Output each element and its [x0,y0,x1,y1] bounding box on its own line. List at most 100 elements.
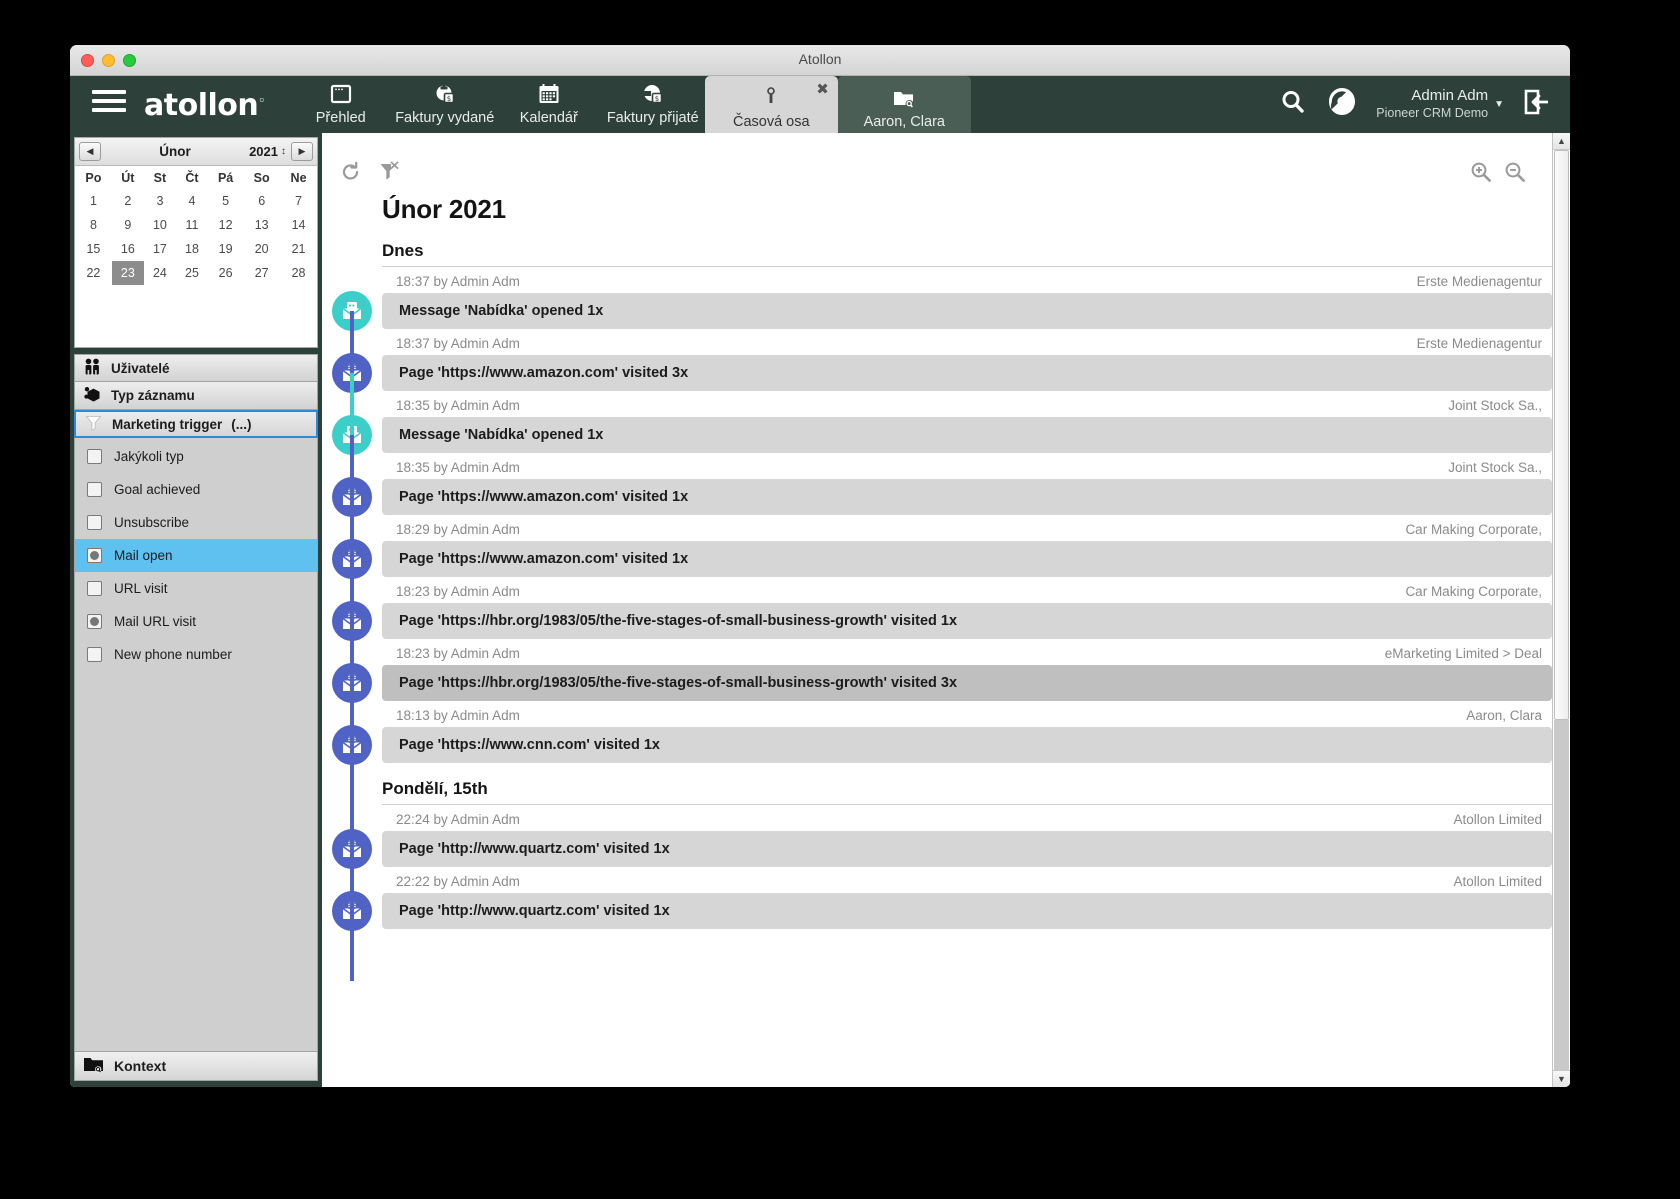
vertical-scrollbar[interactable]: ▲ ▼ [1552,133,1570,1087]
tab-casova-osa[interactable]: ✖ Časová osa [704,76,838,141]
entry-time: 18:23 by Admin Adm [396,584,520,599]
prev-month-button[interactable]: ◀ [79,142,101,161]
calendar-day[interactable]: 8 [75,213,112,237]
filter-item-jak-koli-typ[interactable]: Jakýkoli typ [75,440,317,473]
calendar-icon [497,82,601,108]
next-month-button[interactable]: ▶ [291,142,313,161]
calendar-day[interactable]: 20 [243,237,280,261]
calendar-day[interactable]: 6 [243,189,280,213]
nav-item-label: Přehled [315,110,366,126]
calendar-day[interactable]: 4 [176,189,208,213]
scrollbar-thumb[interactable] [1554,150,1569,721]
scroll-down-button[interactable]: ▼ [1553,1070,1570,1087]
entry-bar[interactable]: Page 'https://www.amazon.com' visited 1x [382,541,1552,577]
entry-bar[interactable]: Page 'http://www.quartz.com' visited 1x [382,893,1552,929]
refresh-icon[interactable] [340,161,362,188]
sidebar-item-kontext[interactable]: Kontext [74,1051,318,1081]
calendar-weekday: Út [121,171,135,185]
scroll-up-button[interactable]: ▲ [1553,133,1570,150]
clear-filter-icon[interactable] [378,161,400,188]
calendar-day[interactable]: 9 [112,213,144,237]
calendar-day[interactable]: 10 [144,213,176,237]
nav-item-prehled[interactable]: Přehled [289,76,393,126]
calendar-day[interactable]: 3 [144,189,176,213]
entry-time: 18:29 by Admin Adm [396,522,520,537]
user-menu[interactable]: Admin Adm Pioneer CRM Demo [1376,87,1488,121]
calendar-day[interactable]: 1 [75,189,112,213]
search-icon[interactable] [1278,87,1308,122]
main-content: Únor 2021 Dnes 18:37 by Admin Adm Erste … [322,133,1570,1087]
nav-item-faktury-vydane[interactable]: $ Faktury vydané [393,76,497,126]
calendar-day[interactable]: 2 [112,189,144,213]
calendar-day[interactable]: 19 [208,237,243,261]
entry-bar[interactable]: Page 'https://hbr.org/1983/05/the-five-s… [382,665,1552,701]
checkbox-icon[interactable] [87,515,102,530]
sidebar-sections: Uživatelé Typ záznamu Marketing trigger … [74,348,318,438]
entry-meta: 22:22 by Admin Adm Atollon Limited [382,874,1552,893]
wrench-icon[interactable] [1326,87,1358,122]
calendar-day[interactable]: 14 [280,213,317,237]
close-icon[interactable]: ✖ [816,82,829,97]
calendar-day[interactable]: 15 [75,237,112,261]
filter-item-unsubscribe[interactable]: Unsubscribe [75,506,317,539]
year-spinner-icon[interactable]: ↕ [281,146,286,157]
entry-bar[interactable]: Page 'https://www.cnn.com' visited 1x [382,727,1552,763]
sidebar-item-label: Marketing trigger [112,416,223,432]
calendar-day[interactable]: 26 [208,261,243,285]
chevron-down-icon[interactable]: ▼ [1494,99,1504,110]
nav-item-kalendar[interactable]: Kalendář [497,76,601,126]
marketing-trigger-filter-list[interactable]: Jakýkoli typ Goal achieved Unsubscribe M… [74,438,318,1051]
calendar-day[interactable]: 7 [280,189,317,213]
calendar-day[interactable]: 17 [144,237,176,261]
calendar-day[interactable]: 11 [176,213,208,237]
calendar-day[interactable]: 13 [243,213,280,237]
entry-bar[interactable]: Page 'https://hbr.org/1983/05/the-five-s… [382,603,1552,639]
zoom-in-icon[interactable] [1470,161,1492,188]
calendar-day[interactable]: 22 [75,261,112,285]
calendar-day[interactable]: 24 [144,261,176,285]
checkbox-icon[interactable] [87,581,102,596]
filter-item-url-visit[interactable]: URL visit [75,572,317,605]
timeline-scroll-area: Únor 2021 Dnes 18:37 by Admin Adm Erste … [322,133,1552,1087]
calendar-day[interactable]: 16 [112,237,144,261]
tab-aaron-clara[interactable]: Aaron, Clara [837,76,971,141]
entry-time: 18:13 by Admin Adm [396,708,520,723]
timeline-entry: 18:23 by Admin Adm eMarketing Limited > … [382,646,1552,701]
nav-item-faktury-prijate[interactable]: $ Faktury přijaté [601,76,705,126]
calendar-day[interactable]: 28 [280,261,317,285]
checkbox-icon[interactable] [87,548,102,563]
sidebar-item-typ-zaznamu[interactable]: Typ záznamu [74,382,318,410]
calendar-day[interactable]: 12 [208,213,243,237]
calendar-grid[interactable]: Po Út St Čt Pá So Ne 1 2 3 4 5 6 7 8 9 10 11 12 13 14 15 16 17… [75,166,317,285]
logout-icon[interactable] [1522,88,1552,121]
scrollbar-track-lower[interactable] [1554,720,1569,1070]
calendar-day[interactable]: 23 [111,261,144,285]
calendar-day[interactable]: 21 [280,237,317,261]
filter-item-goal-achieved[interactable]: Goal achieved [75,473,317,506]
calendar-day[interactable]: 25 [176,261,208,285]
sidebar-item-marketing-trigger[interactable]: Marketing trigger (...) [74,410,318,438]
checkbox-icon[interactable] [87,482,102,497]
entry-bar[interactable]: Page 'https://www.amazon.com' visited 1x [382,479,1552,515]
calendar-day[interactable]: 27 [243,261,280,285]
entry-bar[interactable]: Message 'Nabídka' opened 1x [382,293,1552,329]
menu-icon[interactable] [92,90,126,112]
checkbox-icon[interactable] [87,449,102,464]
filter-item-new-phone-number[interactable]: New phone number [75,638,317,671]
calendar-day[interactable]: 18 [176,237,208,261]
filter-item-mail-url-visit[interactable]: Mail URL visit [75,605,317,638]
entry-bar[interactable]: Message 'Nabídka' opened 1x [382,417,1552,453]
filter-item-label: Jakýkoli typ [114,449,184,464]
timeline-connector [350,911,354,981]
filter-item-mail-open[interactable]: Mail open [75,539,317,572]
zoom-out-icon[interactable] [1504,161,1526,188]
scrollbar-track[interactable] [1553,150,1570,1070]
day-header: Dnes [382,241,1552,267]
calendar-day[interactable]: 5 [208,189,243,213]
entry-bar[interactable]: Page 'https://www.amazon.com' visited 3x [382,355,1552,391]
entry-meta: 18:29 by Admin Adm Car Making Corporate, [382,522,1552,541]
entry-bar[interactable]: Page 'http://www.quartz.com' visited 1x [382,831,1552,867]
sidebar-item-uzivatele[interactable]: Uživatelé [74,354,318,382]
checkbox-icon[interactable] [87,614,102,629]
checkbox-icon[interactable] [87,647,102,662]
